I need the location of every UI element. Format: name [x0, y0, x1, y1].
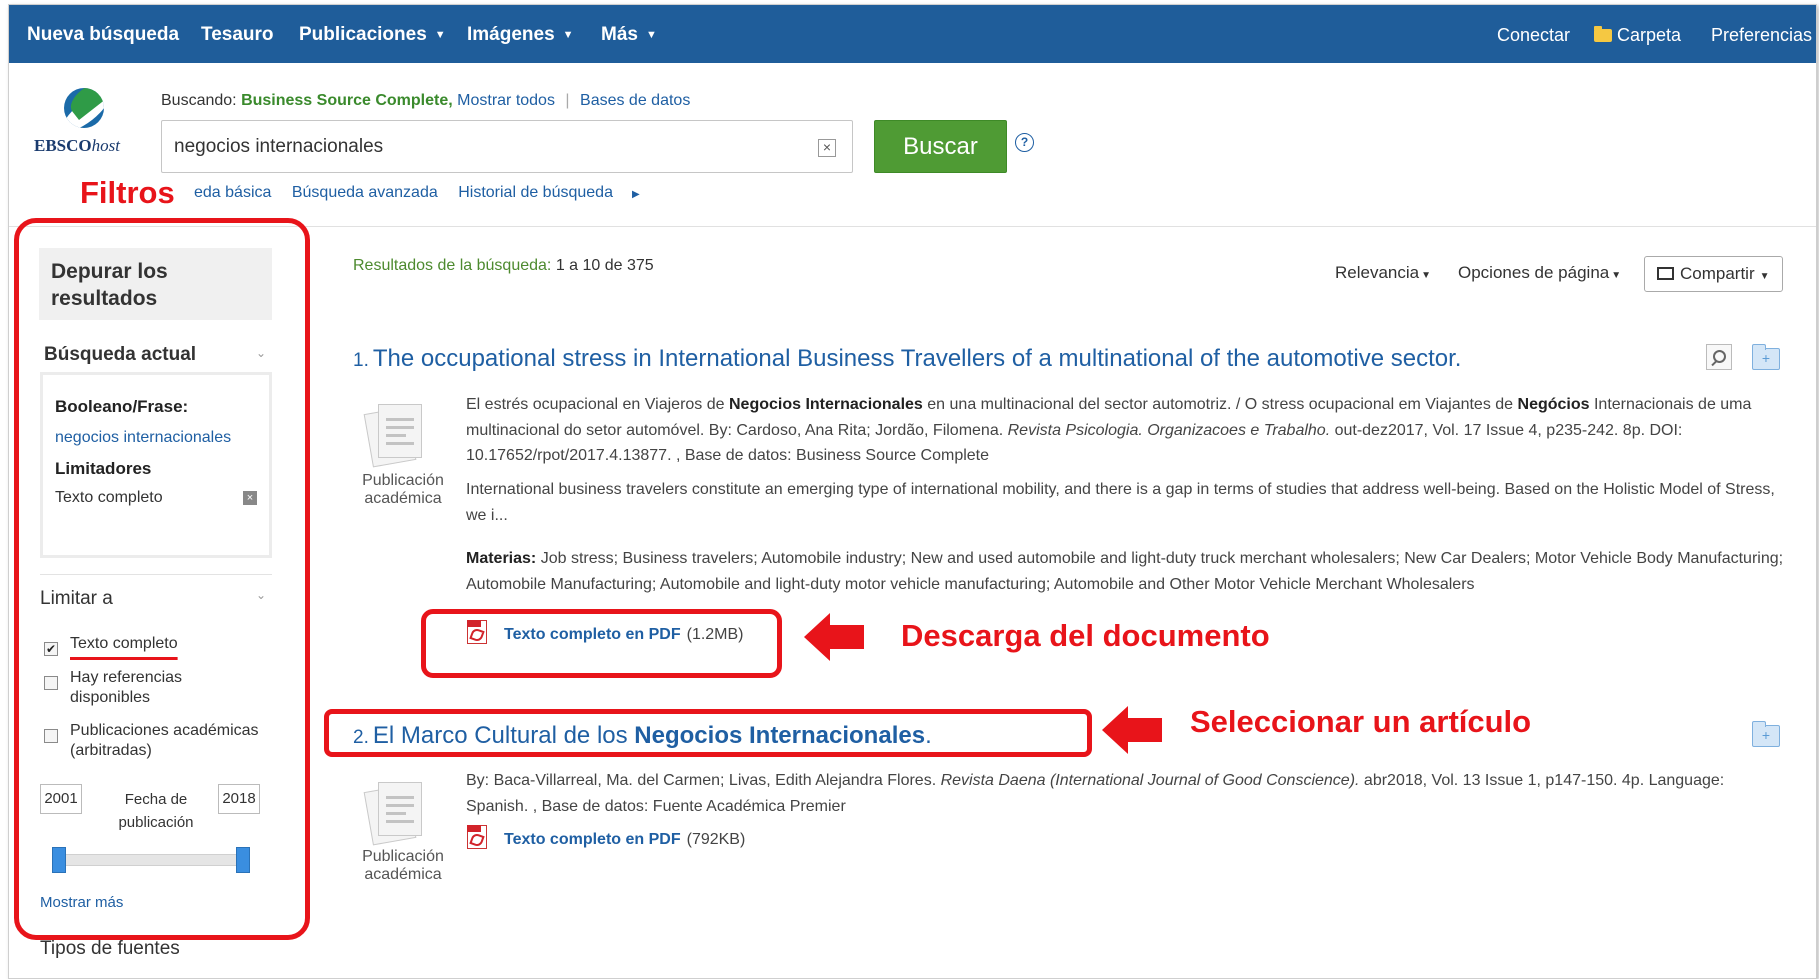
search-links: eda básica Búsqueda avanzada Historial d… — [194, 184, 672, 202]
nav-connect[interactable]: Conectar — [1497, 5, 1570, 63]
page: Nueva búsqueda Tesauro Publicaciones ▼ Im… — [0, 0, 1819, 979]
ebsco-logo-icon — [64, 88, 104, 128]
nav-preferences[interactable]: Preferencias — [1711, 5, 1812, 63]
caret-down-icon: ▼ — [1421, 270, 1432, 281]
add-to-folder-icon[interactable]: + — [1752, 344, 1780, 370]
top-nav: Nueva búsqueda Tesauro Publicaciones ▼ Im… — [9, 5, 1816, 63]
preview-icon[interactable] — [1706, 344, 1732, 370]
searching-label: Buscando: — [161, 92, 237, 109]
result-2-citation: By: Baca-Villarreal, Ma. del Carmen; Liv… — [466, 772, 1725, 815]
nav-more[interactable]: Más ▼ — [601, 5, 657, 63]
results-count: Resultados de la búsqueda: 1 a 10 de 375 — [353, 257, 654, 274]
annotation-filters: Filtros — [80, 175, 183, 211]
search-button[interactable]: Buscar — [874, 120, 1007, 173]
separator: | — [565, 92, 570, 109]
database-name: Business Source Complete, — [241, 92, 453, 109]
databases-link[interactable]: Bases de datos — [580, 92, 690, 109]
academic-journal-icon — [363, 402, 426, 470]
pdf-icon[interactable] — [467, 825, 489, 849]
annotation-select-box — [324, 709, 1092, 757]
annotation-download-box — [421, 609, 782, 678]
result-1-subjects: Materias: Job stress; Business travelers… — [466, 550, 1784, 593]
nav-thesaurus[interactable]: Tesauro — [201, 5, 274, 63]
help-icon[interactable]: ? — [1015, 133, 1034, 152]
result-1-abstract: International business travelers constit… — [466, 481, 1775, 524]
annotation-download: Descarga del documento — [901, 618, 1270, 653]
caret-down-icon: ▼ — [434, 29, 446, 41]
search-input[interactable] — [174, 133, 774, 161]
caret-down-icon: ▼ — [562, 29, 574, 41]
nav-images[interactable]: Imágenes ▼ — [467, 5, 574, 63]
share-icon — [1657, 267, 1674, 280]
annotation-select: Seleccionar un artículo — [1190, 704, 1532, 739]
nav-publications[interactable]: Publicaciones ▼ — [299, 5, 446, 63]
sort-relevance[interactable]: Relevancia ▼ — [1335, 263, 1431, 283]
caret-down-icon: ▼ — [1759, 271, 1770, 282]
page-options[interactable]: Opciones de página ▼ — [1458, 263, 1621, 283]
advanced-search-link[interactable]: Búsqueda avanzada — [292, 184, 438, 201]
basic-search-link[interactable]: eda básica — [194, 184, 271, 201]
logo-text: EBSCOhost — [34, 136, 120, 155]
folder-icon — [1594, 26, 1612, 42]
result-2-type: Publicación académica — [362, 848, 444, 883]
academic-journal-icon — [363, 780, 426, 848]
share-button[interactable]: Compartir ▼ — [1644, 256, 1783, 292]
source-types-title[interactable]: Tipos de fuentes — [40, 938, 180, 960]
clear-icon[interactable]: × — [818, 139, 836, 157]
result-1-title[interactable]: 1. The occupational stress in Internation… — [353, 345, 1461, 373]
search-history-link[interactable]: Historial de búsqueda ▶ — [458, 184, 655, 201]
result-1-type: Publicación académica — [362, 472, 444, 507]
nav-new-search[interactable]: Nueva búsqueda — [27, 5, 179, 63]
annotation-filters-box — [14, 218, 310, 940]
nav-folder[interactable]: Carpeta — [1594, 5, 1681, 63]
result-2-pdf-link[interactable]: Texto completo en PDF (792KB) — [504, 831, 745, 849]
caret-down-icon: ▼ — [1611, 270, 1622, 281]
caret-down-icon: ▼ — [645, 29, 657, 41]
searching-line: Buscando: Business Source Complete, Most… — [161, 92, 690, 110]
result-1-citation: El estrés ocupacional en Viajeros de Neg… — [466, 396, 1752, 464]
add-to-folder-icon[interactable]: + — [1752, 721, 1780, 747]
show-all-link[interactable]: Mostrar todos — [457, 92, 555, 109]
triangle-right-icon: ▶ — [631, 189, 640, 200]
search-box: × — [161, 120, 853, 173]
